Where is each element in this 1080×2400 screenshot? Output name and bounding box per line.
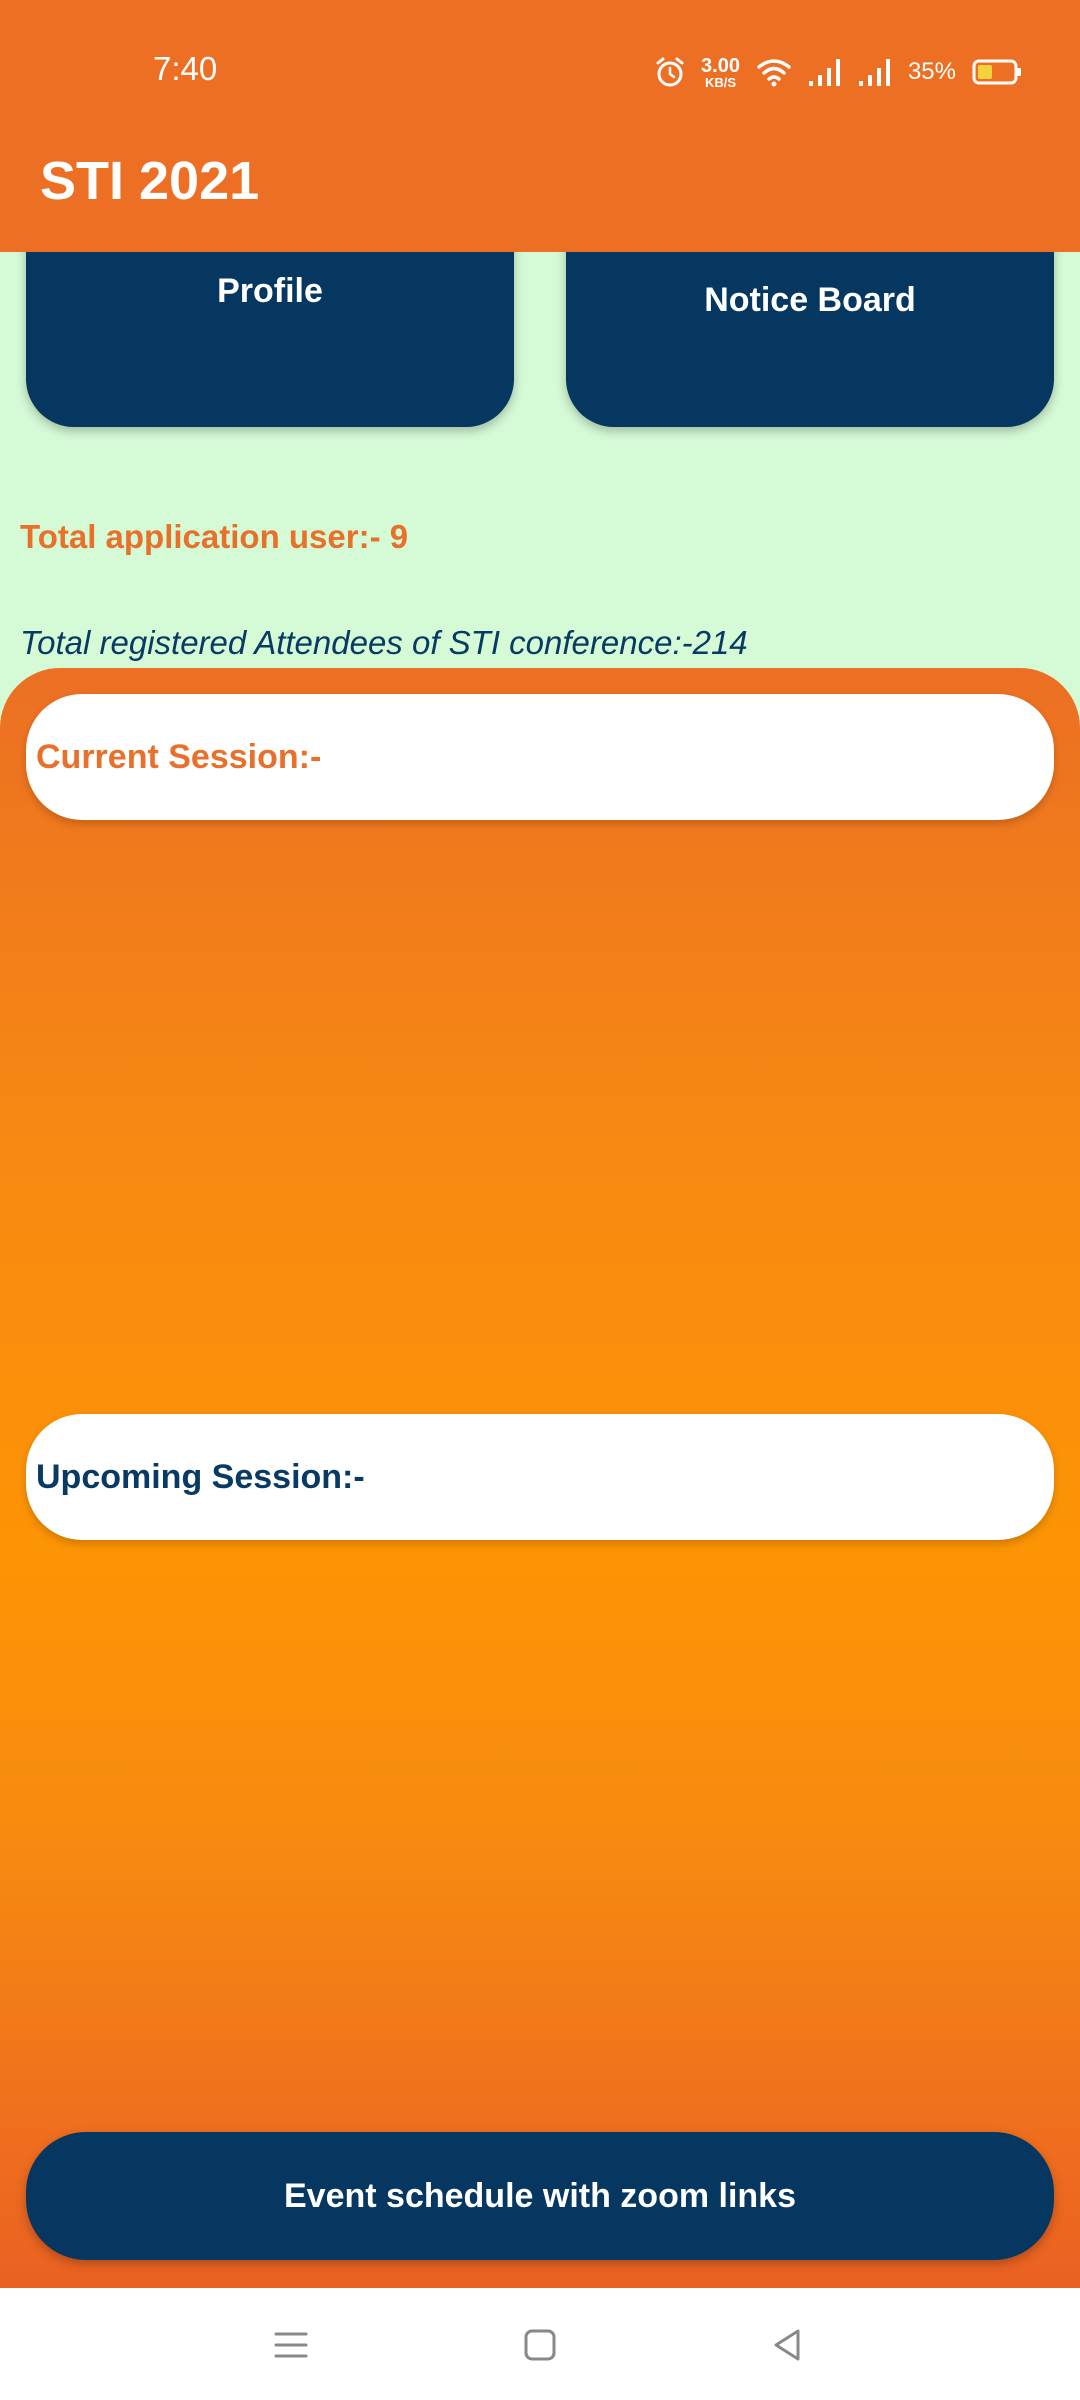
- system-nav-bar: [0, 2288, 1080, 2400]
- upcoming-session-label: Upcoming Session:-: [36, 1457, 365, 1496]
- upcoming-session-card[interactable]: Upcoming Session:-: [26, 1414, 1054, 1540]
- signal-icon: [858, 59, 890, 86]
- event-schedule-label: Event schedule with zoom links: [284, 2176, 796, 2215]
- back-icon[interactable]: [763, 2320, 813, 2370]
- home-icon[interactable]: [515, 2320, 565, 2370]
- profile-label: Profile: [217, 272, 323, 310]
- total-users-text: Total application user:- 9: [20, 518, 409, 555]
- app-header: 7:40 3.00 KB/S 35% STI 2021: [0, 0, 1080, 252]
- status-icons: 3.00 KB/S 35%: [655, 52, 1022, 92]
- event-schedule-button[interactable]: Event schedule with zoom links: [26, 2132, 1054, 2260]
- network-speed: 3.00 KB/S: [701, 54, 740, 90]
- app-title: STI 2021: [40, 151, 260, 211]
- battery-percent: 35%: [907, 58, 956, 85]
- status-time: 7:40: [153, 50, 218, 87]
- wifi-icon: [757, 59, 791, 87]
- total-attendees-text: Total registered Attendees of STI confer…: [20, 624, 748, 661]
- notice-board-label: Notice Board: [704, 281, 916, 319]
- current-session-label: Current Session:-: [36, 737, 322, 776]
- menu-icon[interactable]: [266, 2320, 316, 2370]
- signal-icon: [808, 59, 840, 86]
- current-session-card[interactable]: Current Session:-: [26, 694, 1054, 820]
- battery-icon: [972, 59, 1021, 85]
- alarm-icon: [656, 57, 684, 87]
